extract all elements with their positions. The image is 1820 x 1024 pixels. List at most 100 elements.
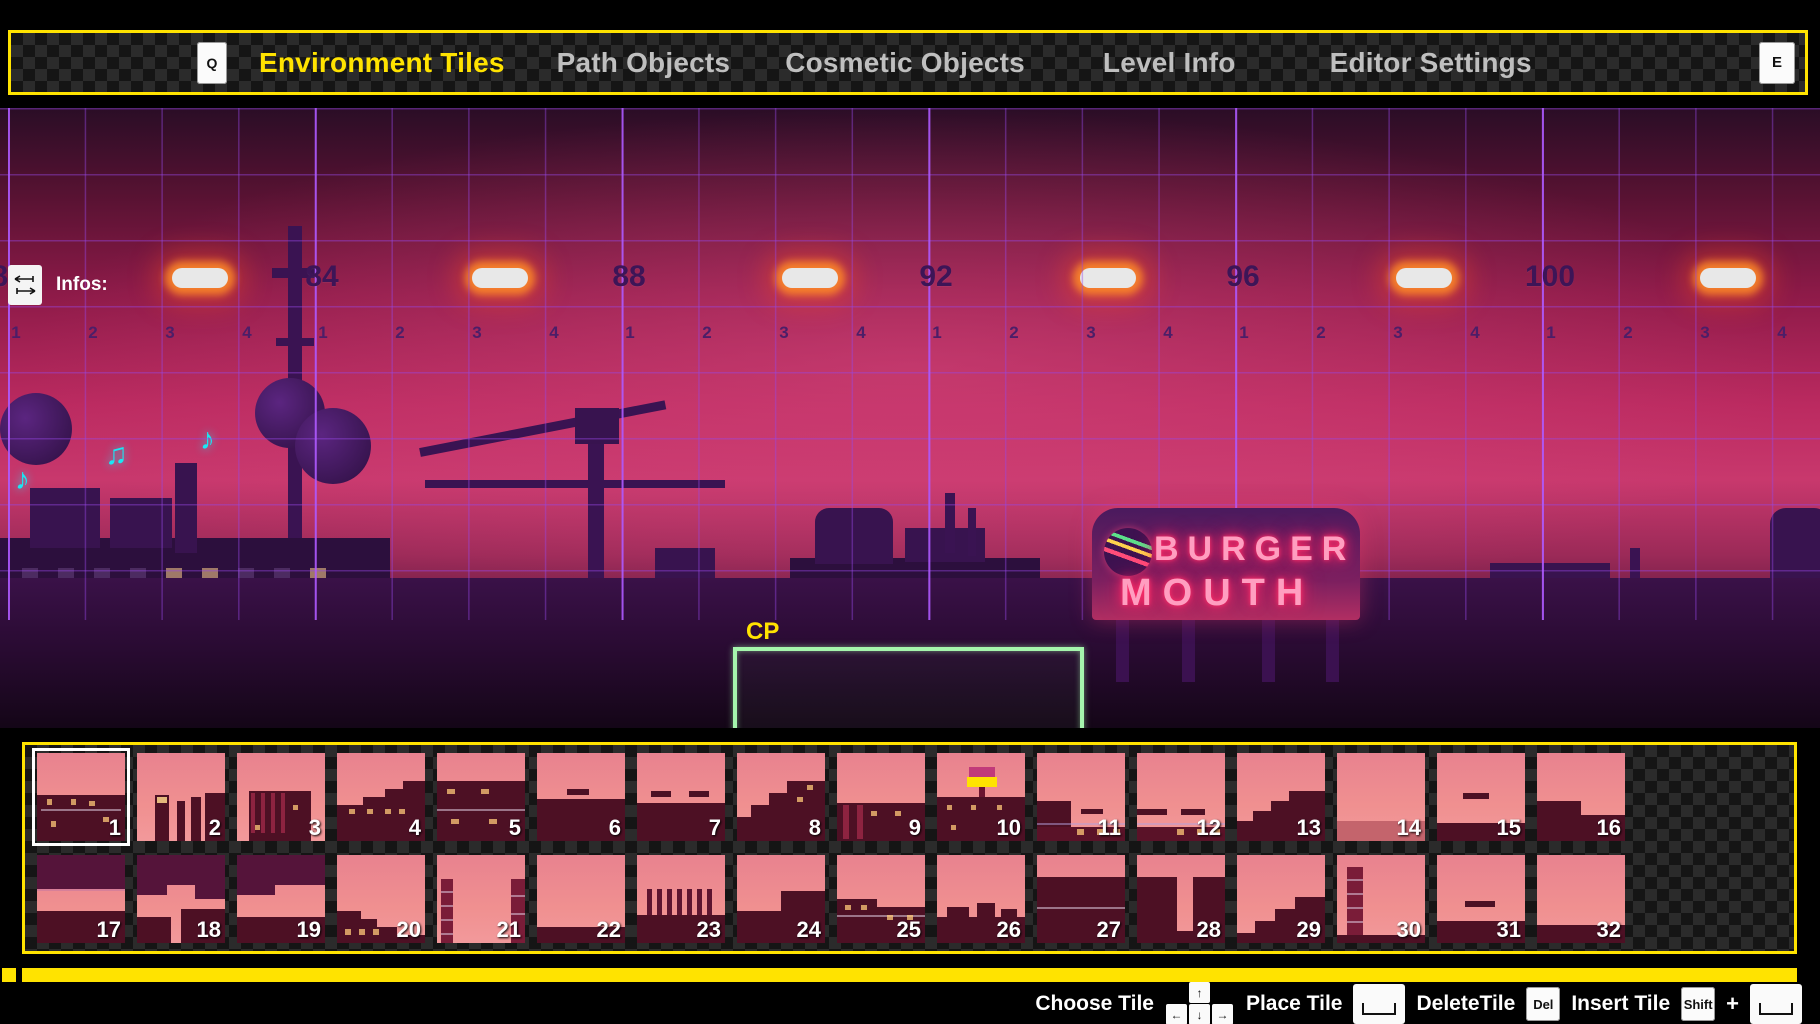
tile-palette-item[interactable]: 8 — [737, 753, 825, 841]
street-lamp — [472, 268, 528, 288]
tile-palette-item[interactable]: 22 — [537, 855, 625, 943]
tile-index-label: 2 — [209, 815, 221, 841]
ruler-major-tick: 88 — [612, 260, 645, 294]
tile-palette-item[interactable]: 27 — [1037, 855, 1125, 943]
tile-palette-item[interactable]: 24 — [737, 855, 825, 943]
tile-feature — [441, 891, 453, 893]
tab-environment-tiles[interactable]: Environment Tiles — [259, 47, 505, 79]
hint-label-choose-tile: Choose Tile — [1035, 992, 1154, 1016]
tile-palette-item[interactable]: 7 — [637, 753, 725, 841]
tile-feature — [947, 907, 969, 917]
tile-palette-item[interactable]: 3 — [237, 753, 325, 841]
sign-leg — [1326, 620, 1339, 682]
building-silhouette — [945, 493, 955, 553]
tile-palette-item[interactable]: 23 — [637, 855, 725, 943]
tile-index-label: 4 — [409, 815, 421, 841]
tile-index-label: 18 — [197, 917, 221, 943]
space-key-place[interactable] — [1353, 984, 1405, 1024]
tile-palette-item[interactable]: 13 — [1237, 753, 1325, 841]
tile-index-label: 20 — [397, 917, 421, 943]
tile-palette-item[interactable]: 9 — [837, 753, 925, 841]
tile-palette-item[interactable]: 12 — [1137, 753, 1225, 841]
del-key[interactable]: Del — [1526, 987, 1560, 1021]
tile-feature — [481, 789, 489, 794]
tile-feature — [1465, 901, 1495, 907]
street-lamp — [172, 268, 228, 288]
tile-feature — [385, 809, 391, 814]
tile-palette-item[interactable]: 25 — [837, 855, 925, 943]
tile-palette-item[interactable]: 15 — [1437, 753, 1525, 841]
tile-feature — [237, 855, 325, 885]
ruler-major-tick: 84 — [305, 260, 338, 294]
tile-feature — [349, 809, 355, 814]
tile-selection-box[interactable] — [733, 647, 1084, 728]
tile-palette-item[interactable]: 10 — [937, 753, 1025, 841]
music-note-icon: ♫ — [105, 438, 128, 472]
building-silhouette — [30, 488, 100, 548]
tab-path-objects[interactable]: Path Objects — [557, 47, 731, 79]
arrows-horizontal-icon[interactable] — [8, 265, 42, 305]
arrow-left-key[interactable]: ← — [1166, 1004, 1187, 1024]
tile-palette-item[interactable]: 30 — [1337, 855, 1425, 943]
arrow-down-key[interactable]: ↓ — [1189, 1004, 1210, 1024]
tile-palette-item[interactable]: 2 — [137, 753, 225, 841]
level-canvas[interactable]: ♪♫♪ BURGER MOUTH 80848892961001234123412… — [0, 108, 1820, 728]
tile-palette-item[interactable]: 26 — [937, 855, 1025, 943]
tile-palette-item[interactable]: 32 — [1537, 855, 1625, 943]
tile-feature — [807, 785, 813, 790]
street-lamp — [782, 268, 838, 288]
sign-text-burger: BURGER — [1154, 530, 1355, 569]
tile-palette-item[interactable]: 28 — [1137, 855, 1225, 943]
tile-palette-item[interactable]: 16 — [1537, 753, 1625, 841]
tile-palette-item[interactable]: 31 — [1437, 855, 1525, 943]
tile-palette[interactable]: 1 2 3 4 5 6 7 8 9 10 11 12 13 14 15 16 17 18 19 20 21 22 23 24… — [22, 742, 1797, 954]
arrow-up-key[interactable]: ↑ — [1189, 982, 1210, 1003]
tile-index-label: 19 — [297, 917, 321, 943]
tile-palette-item[interactable]: 21 — [437, 855, 525, 943]
tile-feature — [403, 781, 425, 791]
tile-feature — [677, 889, 682, 915]
tile-index-label: 5 — [509, 815, 521, 841]
tile-palette-item[interactable]: 11 — [1037, 753, 1125, 841]
tile-index-label: 25 — [897, 917, 921, 943]
tab-editor-settings[interactable]: Editor Settings — [1330, 47, 1532, 79]
tile-index-label: 17 — [97, 917, 121, 943]
ruler-minor-tick: 2 — [395, 323, 404, 343]
tile-palette-item[interactable]: 4 — [337, 753, 425, 841]
tile-palette-item[interactable]: 6 — [537, 753, 625, 841]
ruler-minor-tick: 2 — [1623, 323, 1632, 343]
arrow-keys-icon[interactable]: ↑ ← ↓ → — [1165, 982, 1235, 1024]
tile-palette-item[interactable]: 17 — [37, 855, 125, 943]
tab-level-info[interactable]: Level Info — [1103, 47, 1236, 79]
space-key-insert[interactable] — [1750, 984, 1802, 1024]
tile-feature — [871, 811, 877, 816]
tile-feature — [37, 855, 125, 889]
tile-feature — [689, 791, 709, 797]
tab-cosmetic-objects[interactable]: Cosmetic Objects — [785, 47, 1025, 79]
tile-palette-item[interactable]: 14 — [1337, 753, 1425, 841]
infos-panel: Infos: — [8, 265, 108, 305]
tile-feature — [437, 809, 525, 811]
ruler-minor-tick: 1 — [11, 323, 20, 343]
tile-palette-item[interactable]: 29 — [1237, 855, 1325, 943]
tile-feature — [255, 825, 260, 830]
ruler-minor-tick: 2 — [1316, 323, 1325, 343]
next-tab-key[interactable]: E — [1759, 42, 1795, 84]
tile-palette-item[interactable]: 1 — [37, 753, 125, 841]
tile-palette-item[interactable]: 20 — [337, 855, 425, 943]
plus-separator: + — [1726, 991, 1739, 1017]
tile-palette-item[interactable]: 5 — [437, 753, 525, 841]
arrow-right-key[interactable]: → — [1212, 1004, 1233, 1024]
ruler-minor-tick: 2 — [1009, 323, 1018, 343]
building-silhouette — [815, 508, 893, 564]
tile-palette-row-2: 17 18 19 20 21 22 23 24 25 26 27 28 29 30 31 32 — [25, 855, 1794, 951]
tile-feature — [951, 825, 956, 830]
tile-feature — [1137, 809, 1167, 815]
tile-index-label: 12 — [1197, 815, 1221, 841]
tile-palette-item[interactable]: 19 — [237, 855, 325, 943]
tile-palette-item[interactable]: 18 — [137, 855, 225, 943]
tile-index-label: 28 — [1197, 917, 1221, 943]
prev-tab-key[interactable]: Q — [197, 42, 227, 84]
shift-key[interactable]: Shift — [1681, 987, 1715, 1021]
building-silhouette — [276, 338, 314, 346]
